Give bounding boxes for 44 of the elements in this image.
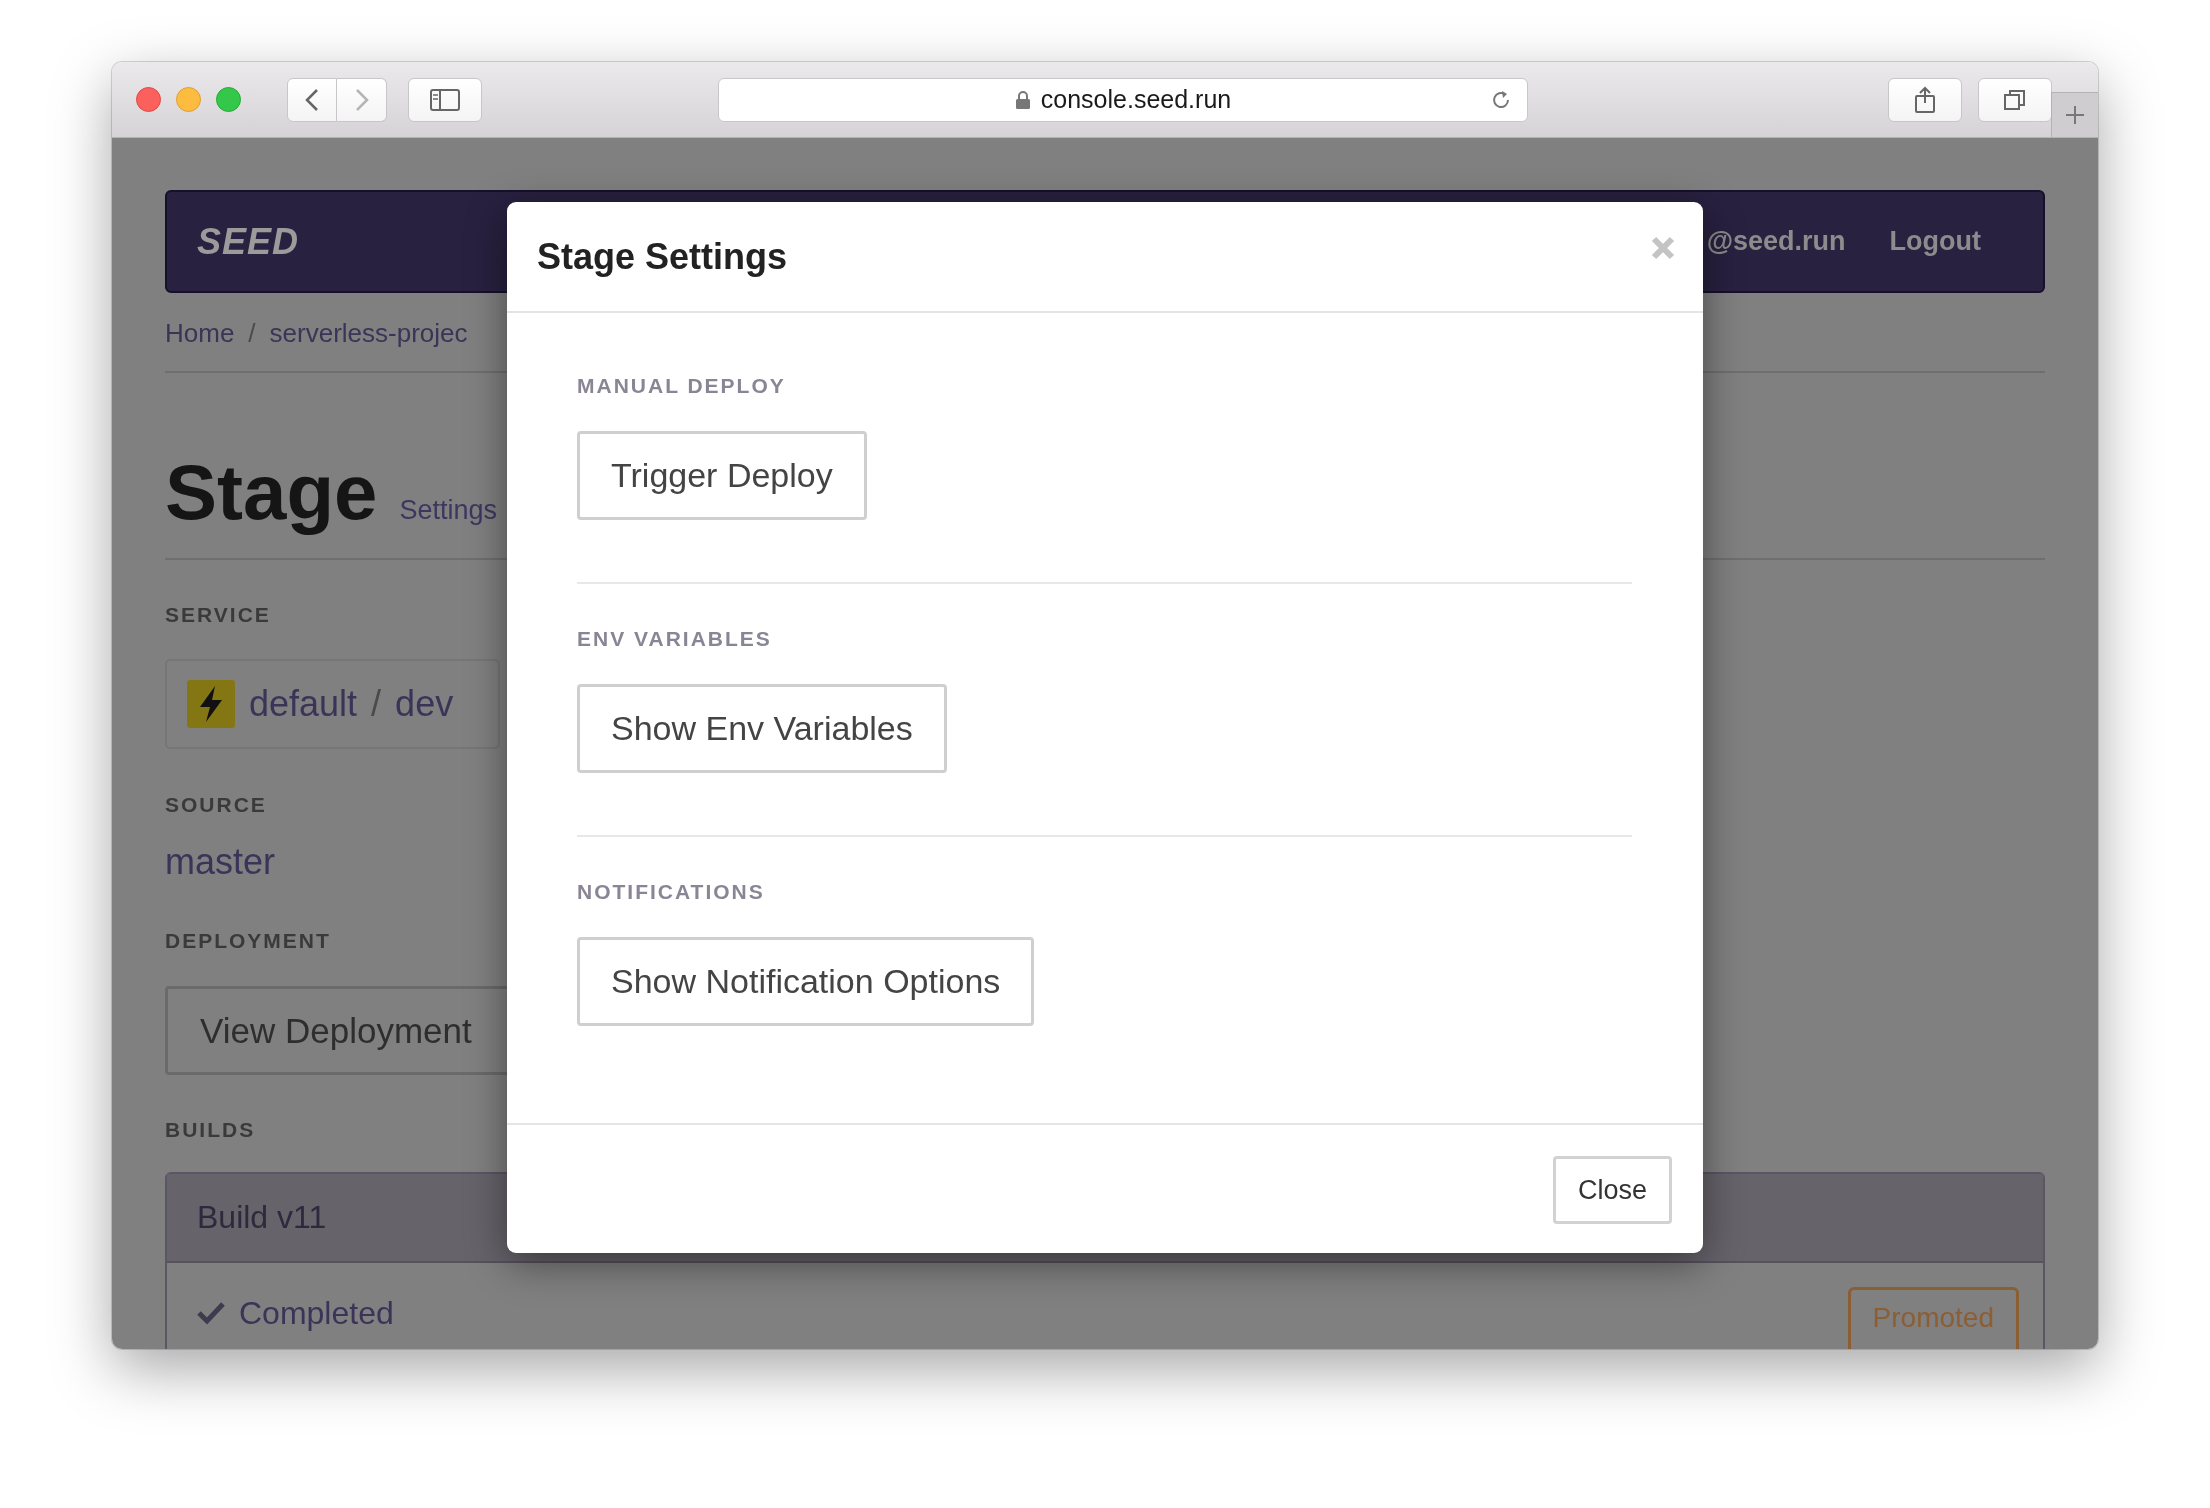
chevron-right-icon: [354, 87, 369, 112]
promoted-badge: Promoted: [1847, 1287, 2019, 1349]
logo: SEED: [197, 220, 300, 263]
section-label: BUILDS: [165, 1117, 257, 1143]
close-icon[interactable]: [1651, 235, 1675, 260]
address-bar[interactable]: console.seed.run: [718, 77, 1528, 122]
checkmark-icon: [197, 1301, 225, 1325]
new-tab-button[interactable]: [2051, 92, 2098, 137]
url-text: console.seed.run: [1040, 85, 1232, 114]
service-separator: /: [371, 683, 382, 725]
section-label: MANUAL DEPLOY: [577, 373, 787, 399]
section-label: ENV VARIABLES: [577, 626, 773, 652]
overlapping-squares-icon: [2003, 87, 2027, 112]
user-email: @seed.run: [1706, 226, 1846, 257]
logout-link[interactable]: Logout: [1889, 226, 1981, 257]
page-subtitle: Settings: [399, 495, 497, 526]
close-window-button[interactable]: [136, 87, 161, 112]
section-label: SOURCE: [165, 792, 268, 818]
service-name: default: [249, 683, 358, 725]
share-button[interactable]: [1888, 77, 1962, 122]
action-button[interactable]: Show Env Variables: [577, 684, 947, 773]
section-label: SERVICE: [165, 602, 272, 628]
zoom-window-button[interactable]: [216, 87, 241, 112]
page-title: Stage: [165, 447, 378, 537]
share-icon: [1914, 85, 1936, 114]
section-label: DEPLOYMENT: [165, 928, 332, 954]
breadcrumb-separator: /: [248, 317, 256, 349]
action-button[interactable]: Trigger Deploy: [577, 431, 867, 520]
back-button[interactable]: [287, 77, 337, 122]
lock-icon: [1014, 89, 1031, 110]
stage-name: dev: [395, 683, 454, 725]
section-label: NOTIFICATIONS: [577, 879, 766, 905]
sidebar-icon: [430, 88, 460, 111]
minimize-window-button[interactable]: [176, 87, 201, 112]
chevron-left-icon: [305, 87, 319, 112]
build-status: Completed: [239, 1294, 394, 1333]
modal-title: Stage Settings: [537, 235, 788, 278]
plus-icon: [2065, 105, 2085, 125]
sidebar-toggle-button[interactable]: [408, 77, 482, 122]
close-button[interactable]: Close: [1552, 1156, 1672, 1224]
tabs-overview-button[interactable]: [1978, 77, 2052, 122]
action-button[interactable]: Show Notification Options: [577, 937, 1035, 1026]
lightning-icon: [187, 680, 235, 728]
source-branch: master: [165, 840, 277, 884]
